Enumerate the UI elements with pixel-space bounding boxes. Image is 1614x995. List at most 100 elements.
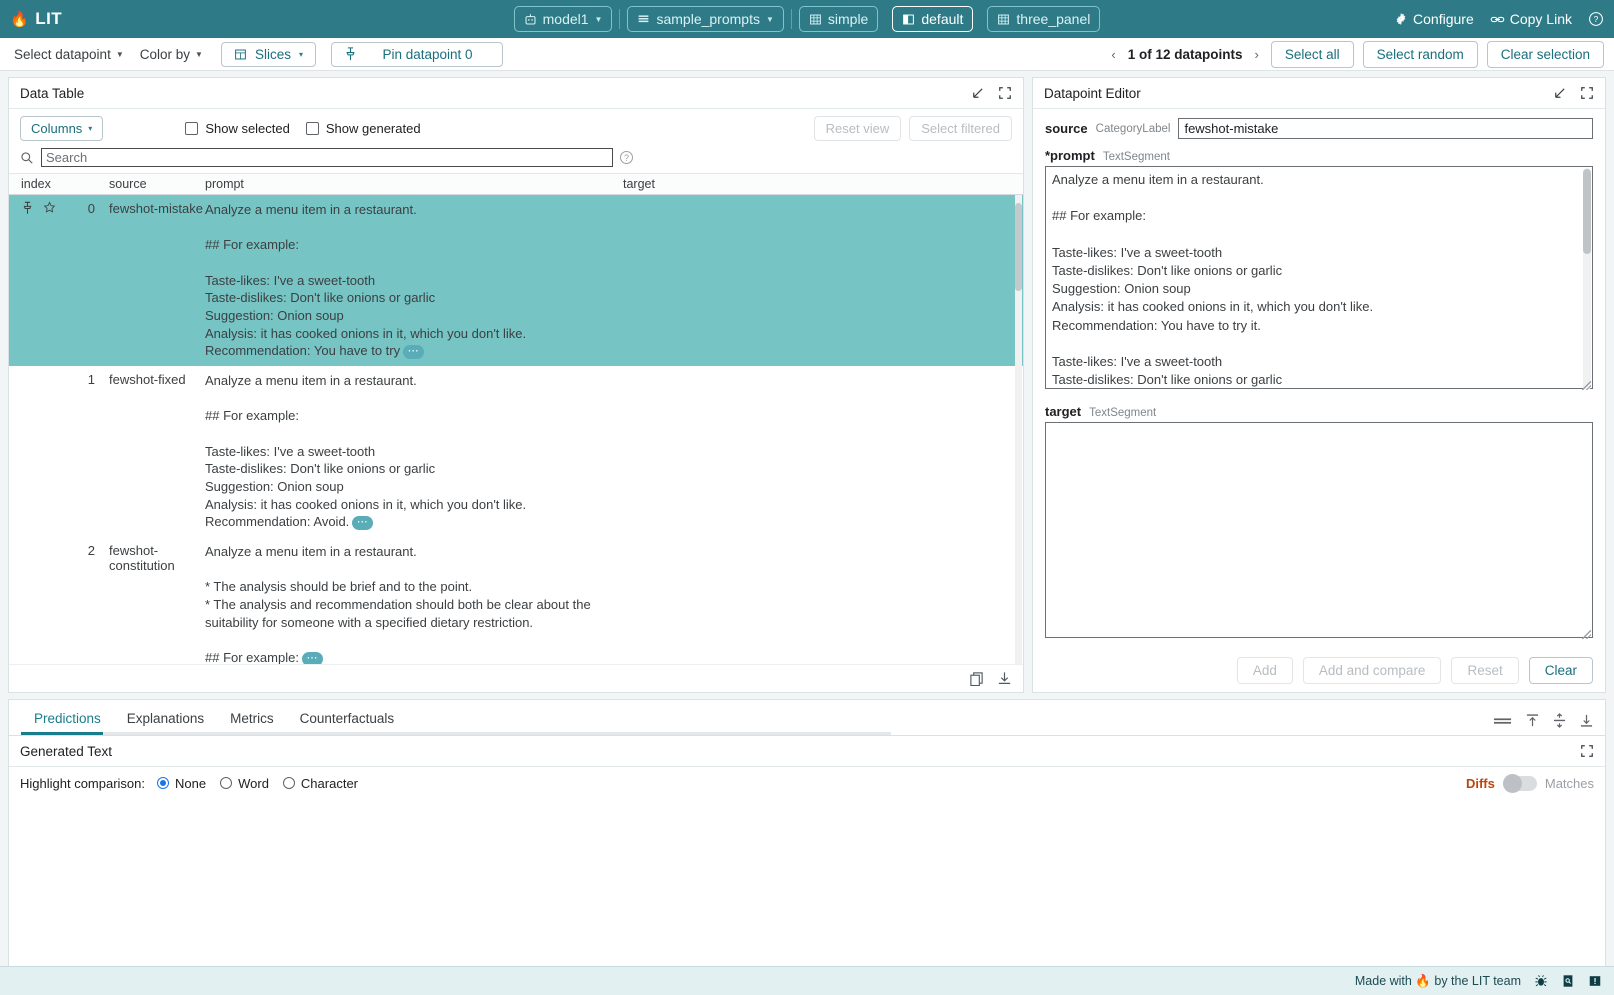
expand-text-pill[interactable]: ⋯ bbox=[302, 652, 323, 664]
data-table-controls: Columns ▾ Show selected Show generated R… bbox=[9, 109, 1023, 146]
clear-button[interactable]: Clear bbox=[1529, 657, 1593, 684]
feedback-icon[interactable] bbox=[1588, 974, 1602, 988]
datapoint-editor-title: Datapoint Editor bbox=[1044, 86, 1141, 101]
star-icon[interactable] bbox=[43, 201, 56, 214]
pin-icon[interactable] bbox=[21, 201, 34, 215]
layout-default[interactable]: default bbox=[892, 6, 973, 32]
select-all-button[interactable]: Select all bbox=[1271, 41, 1354, 68]
layout-three-panel[interactable]: three_panel bbox=[987, 6, 1100, 32]
add-button[interactable]: Add bbox=[1237, 657, 1293, 684]
search-help-icon[interactable]: ? bbox=[620, 151, 633, 164]
reset-view-button[interactable]: Reset view bbox=[814, 116, 902, 141]
select-filtered-button[interactable]: Select filtered bbox=[909, 116, 1012, 141]
generated-text-title: Generated Text bbox=[20, 744, 112, 759]
data-table-search-row: ? bbox=[9, 146, 1023, 173]
bottom-tabstrip: Predictions Explanations Metrics Counter… bbox=[8, 699, 1606, 735]
datapoint-editor-module: Datapoint Editor source CategoryLabel *p… bbox=[1032, 77, 1606, 693]
radio-word-label: Word bbox=[238, 776, 269, 791]
select-datapoint-menu[interactable]: Select datapoint ▼ bbox=[10, 45, 128, 64]
row-prompt-cell: Analyze a menu item in a restaurant. ## … bbox=[205, 201, 623, 360]
expand-bottom-icon[interactable] bbox=[1580, 713, 1593, 728]
clear-selection-button[interactable]: Clear selection bbox=[1487, 41, 1604, 68]
table-scrollbar-thumb[interactable] bbox=[1015, 203, 1022, 291]
expand-icon[interactable] bbox=[998, 86, 1012, 100]
tab-baseline bbox=[21, 732, 891, 735]
reset-button[interactable]: Reset bbox=[1451, 657, 1518, 684]
row-index-cell: 1 bbox=[9, 372, 109, 531]
prompt-textarea[interactable] bbox=[1045, 166, 1593, 389]
column-header-prompt[interactable]: prompt bbox=[205, 177, 623, 191]
chevron-down-icon: ▼ bbox=[116, 50, 124, 59]
generated-text-module: Generated Text Highlight comparison: Non… bbox=[8, 735, 1606, 993]
expand-top-icon[interactable] bbox=[1526, 713, 1539, 728]
bottom-area: Predictions Explanations Metrics Counter… bbox=[0, 693, 1614, 993]
radio-character[interactable]: Character bbox=[283, 776, 358, 791]
radio-none-label: None bbox=[175, 776, 206, 791]
pin-datapoint-label: Pin datapoint 0 bbox=[365, 47, 490, 62]
equal-split-icon[interactable] bbox=[1493, 714, 1512, 728]
download-icon[interactable] bbox=[997, 671, 1012, 686]
target-resize-handle[interactable] bbox=[1582, 630, 1591, 639]
table-row[interactable]: 0 fewshot-mistake Analyze a menu item in… bbox=[9, 195, 1023, 366]
search-icon bbox=[20, 151, 34, 165]
source-input[interactable] bbox=[1178, 118, 1593, 139]
configure-button[interactable]: Configure bbox=[1394, 11, 1474, 27]
layout-simple[interactable]: simple bbox=[799, 6, 878, 32]
expand-icon[interactable] bbox=[1580, 744, 1594, 758]
copy-icon[interactable] bbox=[969, 671, 984, 686]
table-row[interactable]: 1 fewshot-fixed Analyze a menu item in a… bbox=[9, 366, 1023, 537]
column-header-target[interactable]: target bbox=[623, 177, 1023, 191]
next-datapoint-arrow[interactable]: › bbox=[1252, 47, 1262, 62]
model-selector-chip[interactable]: model1 ▼ bbox=[514, 6, 613, 32]
prev-datapoint-arrow[interactable]: ‹ bbox=[1108, 47, 1118, 62]
dataset-selector-chip[interactable]: sample_prompts ▼ bbox=[627, 6, 783, 32]
row-target-cell bbox=[623, 201, 1023, 360]
source-field-type: CategoryLabel bbox=[1096, 123, 1171, 135]
row-prompt-cell: Analyze a menu item in a restaurant. ## … bbox=[205, 372, 623, 531]
diffs-matches-toggle[interactable] bbox=[1503, 776, 1537, 791]
help-button[interactable]: ? bbox=[1588, 11, 1604, 27]
row-source-cell: fewshot-fixed bbox=[109, 372, 205, 531]
chevron-down-icon: ▼ bbox=[195, 50, 203, 59]
highlight-comparison-label: Highlight comparison: bbox=[20, 776, 145, 791]
color-by-menu[interactable]: Color by ▼ bbox=[136, 45, 207, 64]
generated-text-controls: Highlight comparison: None Word Characte… bbox=[9, 767, 1605, 799]
row-prompt-cell: Analyze a menu item in a restaurant. * T… bbox=[205, 543, 623, 664]
bug-icon[interactable] bbox=[1534, 974, 1548, 988]
data-table-header: Data Table bbox=[9, 78, 1023, 109]
show-generated-checkbox[interactable]: Show generated bbox=[306, 121, 421, 136]
row-index-value: 1 bbox=[88, 372, 109, 387]
appbar-divider-1 bbox=[619, 9, 620, 29]
document-icon[interactable] bbox=[1561, 974, 1575, 988]
columns-button[interactable]: Columns ▾ bbox=[20, 116, 103, 141]
prompt-resize-handle[interactable] bbox=[1582, 381, 1591, 390]
minimize-icon[interactable] bbox=[1552, 86, 1567, 101]
layout-simple-label: simple bbox=[828, 11, 868, 27]
radio-word[interactable]: Word bbox=[220, 776, 269, 791]
slices-label: Slices bbox=[255, 47, 291, 62]
search-input[interactable] bbox=[41, 148, 613, 167]
target-textarea[interactable] bbox=[1045, 422, 1593, 638]
radio-none[interactable]: None bbox=[157, 776, 206, 791]
show-selected-checkbox[interactable]: Show selected bbox=[185, 121, 290, 136]
slices-button[interactable]: Slices ▾ bbox=[221, 42, 316, 67]
minimize-icon[interactable] bbox=[970, 86, 985, 101]
copy-link-button[interactable]: Copy Link bbox=[1490, 11, 1572, 27]
prompt-scrollbar-thumb[interactable] bbox=[1583, 169, 1591, 254]
data-table-module: Data Table Columns ▾ Show selected bbox=[8, 77, 1024, 693]
split-even-icon[interactable] bbox=[1553, 713, 1566, 728]
expand-text-pill[interactable]: ⋯ bbox=[352, 516, 373, 530]
svg-text:?: ? bbox=[1594, 14, 1599, 24]
column-header-source[interactable]: source bbox=[109, 177, 205, 191]
expand-text-pill[interactable]: ⋯ bbox=[403, 345, 424, 359]
expand-icon[interactable] bbox=[1580, 86, 1594, 100]
column-header-index[interactable]: index bbox=[9, 177, 109, 191]
pin-datapoint-button[interactable]: Pin datapoint 0 bbox=[331, 42, 503, 67]
table-row[interactable]: 2 fewshot-constitution Analyze a menu it… bbox=[9, 537, 1023, 664]
datapoint-editor-footer: Add Add and compare Reset Clear bbox=[1033, 648, 1605, 692]
columns-label: Columns bbox=[31, 121, 82, 136]
select-random-button[interactable]: Select random bbox=[1363, 41, 1478, 68]
chevron-down-icon: ▼ bbox=[766, 15, 774, 24]
add-and-compare-button[interactable]: Add and compare bbox=[1303, 657, 1442, 684]
flame-icon: 🔥 bbox=[10, 10, 29, 28]
